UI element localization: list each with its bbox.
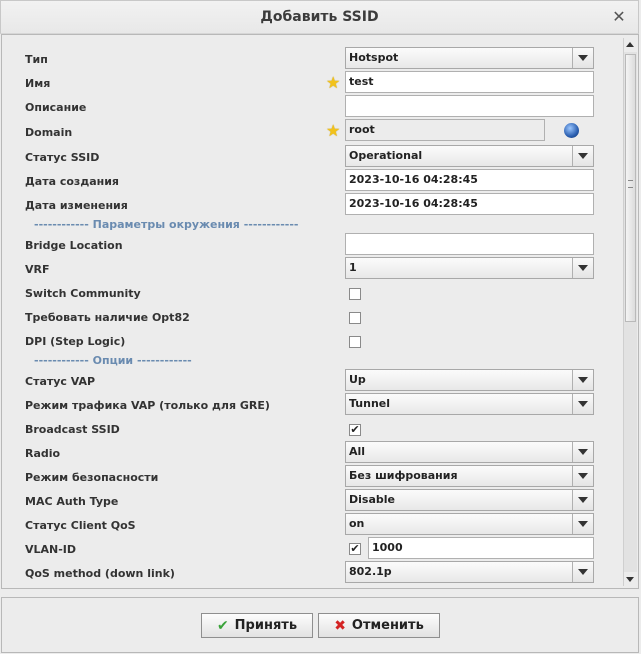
globe-icon[interactable] bbox=[564, 123, 579, 138]
chevron-down-icon[interactable] bbox=[572, 514, 593, 534]
created-input[interactable]: 2023-10-16 04:28:45 bbox=[345, 169, 594, 191]
modified-input[interactable]: 2023-10-16 04:28:45 bbox=[345, 193, 594, 215]
scroll-up-icon[interactable] bbox=[624, 38, 637, 52]
required-star-icon: ★ bbox=[326, 73, 341, 92]
cancel-button-label: Отменить bbox=[351, 618, 424, 633]
vap-status-value: Up bbox=[349, 373, 366, 386]
ssid-status-label: Статус SSID bbox=[25, 151, 100, 164]
opt82-label: Требовать наличие Opt82 bbox=[25, 311, 190, 324]
created-label: Дата создания bbox=[25, 175, 119, 188]
qos-method-label: QoS method (down link) bbox=[25, 567, 175, 580]
chevron-down-icon[interactable] bbox=[572, 442, 593, 462]
ssid-status-combo[interactable]: Operational bbox=[345, 145, 594, 167]
dpi-checkbox[interactable] bbox=[349, 336, 361, 348]
modified-label: Дата изменения bbox=[25, 199, 128, 212]
broadcast-ssid-checkbox[interactable]: ✔ bbox=[349, 424, 361, 436]
chevron-down-icon[interactable] bbox=[572, 258, 593, 278]
accept-button[interactable]: ✔ Принять bbox=[201, 613, 313, 638]
security-value: Без шифрования bbox=[349, 469, 458, 482]
type-combo[interactable]: Hotspot bbox=[345, 47, 594, 69]
bridge-location-input[interactable] bbox=[345, 233, 594, 255]
vertical-scrollbar[interactable] bbox=[623, 38, 637, 586]
form-panel: Тип Hotspot Имя ★ test Описание Domain ★… bbox=[1, 34, 639, 589]
radio-combo[interactable]: All bbox=[345, 441, 594, 463]
vrf-value: 1 bbox=[349, 261, 357, 274]
switch-community-label: Switch Community bbox=[25, 287, 141, 300]
description-input[interactable] bbox=[345, 95, 594, 117]
vlan-id-checkbox[interactable]: ✔ bbox=[349, 543, 361, 555]
accept-button-label: Принять bbox=[234, 618, 298, 633]
opt82-checkbox[interactable] bbox=[349, 312, 361, 324]
qos-method-combo[interactable]: 802.1p bbox=[345, 561, 594, 583]
type-value: Hotspot bbox=[349, 51, 399, 64]
vap-mode-label: Режим трафика VAP (только для GRE) bbox=[25, 399, 270, 412]
chevron-down-icon[interactable] bbox=[572, 562, 593, 582]
switch-community-checkbox[interactable] bbox=[349, 288, 361, 300]
chevron-down-icon[interactable] bbox=[572, 146, 593, 166]
name-input[interactable]: test bbox=[345, 71, 594, 93]
chevron-down-icon[interactable] bbox=[572, 370, 593, 390]
security-label: Режим безопасности bbox=[25, 471, 159, 484]
mac-auth-label: MAC Auth Type bbox=[25, 495, 119, 508]
radio-value: All bbox=[349, 445, 366, 458]
type-label: Тип bbox=[25, 53, 48, 66]
client-qos-combo[interactable]: on bbox=[345, 513, 594, 535]
close-icon[interactable]: ✕ bbox=[610, 8, 628, 26]
client-qos-label: Статус Client QoS bbox=[25, 519, 136, 532]
chevron-down-icon[interactable] bbox=[572, 48, 593, 68]
required-star-icon: ★ bbox=[326, 121, 341, 140]
button-panel: ✔ Принять ✖ Отменить bbox=[1, 597, 639, 653]
vrf-label: VRF bbox=[25, 263, 50, 276]
client-qos-value: on bbox=[349, 517, 365, 530]
vap-mode-combo[interactable]: Tunnel bbox=[345, 393, 594, 415]
bridge-location-label: Bridge Location bbox=[25, 239, 123, 252]
chevron-down-icon[interactable] bbox=[572, 394, 593, 414]
dpi-label: DPI (Step Logic) bbox=[25, 335, 126, 348]
chevron-down-icon[interactable] bbox=[572, 490, 593, 510]
name-label: Имя bbox=[25, 77, 51, 90]
vap-status-combo[interactable]: Up bbox=[345, 369, 594, 391]
mac-auth-combo[interactable]: Disable bbox=[345, 489, 594, 511]
cross-icon: ✖ bbox=[334, 617, 346, 634]
broadcast-ssid-label: Broadcast SSID bbox=[25, 423, 120, 436]
scroll-down-icon[interactable] bbox=[624, 572, 637, 586]
description-label: Описание bbox=[25, 101, 87, 114]
checkmark-icon: ✔ bbox=[216, 617, 229, 634]
scrollbar-thumb[interactable] bbox=[625, 54, 636, 322]
vlan-id-input[interactable]: 1000 bbox=[368, 537, 594, 559]
security-combo[interactable]: Без шифрования bbox=[345, 465, 594, 487]
cancel-button[interactable]: ✖ Отменить bbox=[318, 613, 440, 638]
qos-method-value: 802.1p bbox=[349, 565, 392, 578]
vrf-combo[interactable]: 1 bbox=[345, 257, 594, 279]
mac-auth-value: Disable bbox=[349, 493, 395, 506]
title-bar: Добавить SSID ✕ bbox=[0, 0, 639, 34]
chevron-down-icon[interactable] bbox=[572, 466, 593, 486]
window-title: Добавить SSID bbox=[260, 9, 379, 25]
options-section-header: ------------ Опции ------------ bbox=[34, 354, 192, 367]
env-section-header: ------------ Параметры окружения -------… bbox=[34, 218, 299, 231]
radio-label: Radio bbox=[25, 447, 61, 460]
vlan-id-label: VLAN-ID bbox=[25, 543, 77, 556]
domain-input: root bbox=[345, 119, 545, 141]
domain-label: Domain bbox=[25, 126, 73, 139]
ssid-status-value: Operational bbox=[349, 149, 423, 162]
vap-status-label: Статус VAP bbox=[25, 375, 96, 388]
vap-mode-value: Tunnel bbox=[349, 397, 391, 410]
